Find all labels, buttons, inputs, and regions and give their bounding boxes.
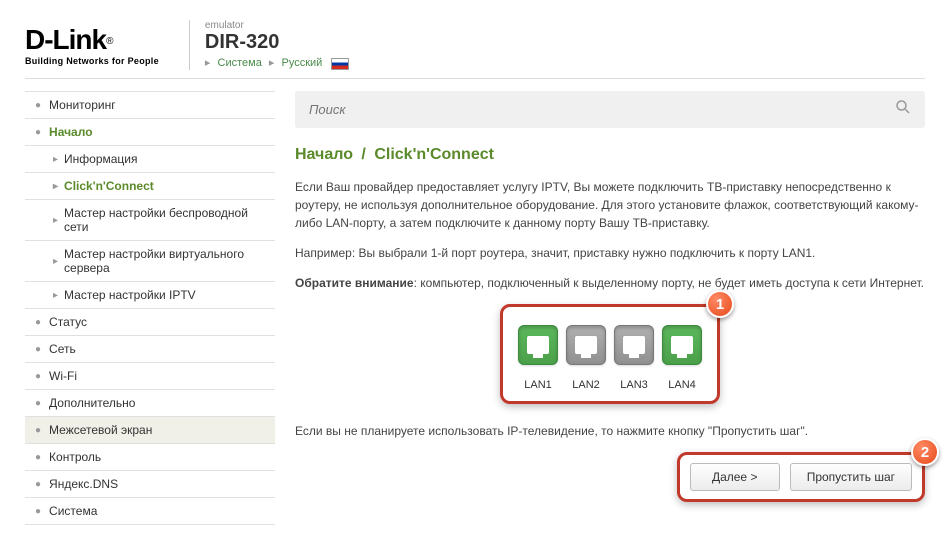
main-content: Начало / Click'n'Connect Если Ваш провай…: [295, 91, 925, 525]
bc-lang[interactable]: Русский: [281, 57, 322, 69]
bc-current: Click'n'Connect: [374, 146, 494, 163]
port-lan3[interactable]: [614, 325, 654, 365]
search-input[interactable]: [309, 102, 895, 117]
sidebar-item-start[interactable]: ● Начало: [25, 118, 275, 145]
bullet-icon: ●: [35, 344, 41, 355]
ports-panel: LAN1 LAN2 LAN3 LAN4: [500, 304, 720, 404]
logo-tagline: Building Networks for People: [25, 56, 159, 66]
sidebar-item-label: Дополнительно: [49, 396, 135, 410]
ports-annotation: 1 LAN1 LAN2 LAN3 LAN4: [500, 304, 720, 404]
sidebar-item-label: Мастер настройки виртуального сервера: [64, 247, 265, 275]
bullet-icon: ●: [35, 452, 41, 463]
bullet-icon: ●: [35, 317, 41, 328]
intro-text-1: Если Ваш провайдер предоставляет услугу …: [295, 178, 925, 232]
sidebar-item-label: Сеть: [49, 342, 76, 356]
chevron-right-icon: ▸: [205, 57, 211, 69]
device-name: DIR-320: [205, 31, 353, 54]
chevron-right-icon: ▸: [269, 57, 275, 69]
port-lan1[interactable]: [518, 325, 558, 365]
sidebar-item-network[interactable]: ● Сеть: [25, 335, 275, 362]
attention-label: Обратите внимание: [295, 276, 414, 290]
breadcrumb-sep: /: [361, 146, 365, 163]
header-divider: [189, 20, 190, 70]
port-label: LAN4: [662, 379, 702, 391]
skip-button[interactable]: Пропустить шаг: [790, 463, 912, 491]
sidebar-sub-clicknconnect[interactable]: ▸ Click'n'Connect: [25, 172, 275, 199]
sidebar-item-label: Wi-Fi: [49, 369, 77, 383]
ethernet-icon: [527, 336, 549, 354]
buttons-annotation: 2 Далее > Пропустить шаг: [295, 452, 925, 502]
sidebar: ● Мониторинг ● Начало ▸ Информация ▸ Click'n…: [25, 91, 275, 525]
sidebar-item-label: Click'n'Connect: [64, 179, 154, 193]
page-breadcrumb: Начало / Click'n'Connect: [295, 146, 925, 164]
sidebar-sub-iptv[interactable]: ▸ Мастер настройки IPTV: [25, 281, 275, 308]
intro-text-3: Обратите внимание: компьютер, подключенн…: [295, 274, 925, 292]
sidebar-sub-wireless[interactable]: ▸ Мастер настройки беспроводной сети: [25, 199, 275, 240]
logo-reg: ®: [106, 36, 113, 47]
search-bar: [295, 91, 925, 128]
port-label: LAN3: [614, 379, 654, 391]
ethernet-icon: [671, 336, 693, 354]
annotation-badge-2: 2: [911, 438, 939, 466]
attention-text: : компьютер, подключенный к выделенному …: [414, 276, 924, 290]
buttons-panel: Далее > Пропустить шаг: [677, 452, 925, 502]
emulator-label: emulator: [205, 20, 353, 31]
bullet-icon: ●: [35, 100, 41, 111]
header: D-Link® Building Networks for People emu…: [25, 20, 925, 79]
bullet-icon: ●: [35, 371, 41, 382]
bc-root[interactable]: Начало: [295, 146, 353, 163]
sidebar-item-label: Яндекс.DNS: [49, 477, 118, 491]
sidebar-item-label: Статус: [49, 315, 87, 329]
sidebar-item-label: Мастер настройки IPTV: [64, 288, 196, 302]
port-label: LAN2: [566, 379, 606, 391]
sidebar-sub-virtualserver[interactable]: ▸ Мастер настройки виртуального сервера: [25, 240, 275, 281]
intro-text-2: Например: Вы выбрали 1-й порт роутера, з…: [295, 244, 925, 262]
ethernet-icon: [623, 336, 645, 354]
skip-text: Если вы не планируете использовать IP-те…: [295, 422, 925, 440]
sidebar-item-label: Мастер настройки беспроводной сети: [64, 206, 265, 234]
device-block: emulator DIR-320 ▸ Система ▸ Русский: [205, 20, 353, 69]
sidebar-sub-info[interactable]: ▸ Информация: [25, 145, 275, 172]
chevron-right-icon: ▸: [53, 154, 58, 165]
chevron-right-icon: ▸: [53, 290, 58, 301]
bc-system[interactable]: Система: [218, 57, 262, 69]
port-label: LAN1: [518, 379, 558, 391]
sidebar-item-system[interactable]: ● Система: [25, 497, 275, 525]
bullet-icon: ●: [35, 425, 41, 436]
sidebar-item-wifi[interactable]: ● Wi-Fi: [25, 362, 275, 389]
sidebar-item-monitoring[interactable]: ● Мониторинг: [25, 91, 275, 118]
ethernet-icon: [575, 336, 597, 354]
logo: D-Link® Building Networks for People: [25, 24, 159, 66]
search-icon[interactable]: [895, 99, 911, 120]
sidebar-item-yandexdns[interactable]: ● Яндекс.DNS: [25, 470, 275, 497]
sidebar-item-status[interactable]: ● Статус: [25, 308, 275, 335]
bullet-icon: ●: [35, 398, 41, 409]
flag-ru-icon: [331, 58, 349, 70]
bullet-icon: ●: [35, 479, 41, 490]
sidebar-item-label: Информация: [64, 152, 137, 166]
bullet-icon: ●: [35, 506, 41, 517]
annotation-badge-1: 1: [706, 290, 734, 318]
sidebar-item-label: Мониторинг: [49, 98, 116, 112]
sidebar-item-label: Система: [49, 504, 97, 518]
sidebar-item-advanced[interactable]: ● Дополнительно: [25, 389, 275, 416]
chevron-right-icon: ▸: [53, 256, 58, 267]
bullet-icon: ●: [35, 127, 41, 138]
sidebar-item-label: Межсетевой экран: [49, 423, 152, 437]
port-lan2[interactable]: [566, 325, 606, 365]
sidebar-item-control[interactable]: ● Контроль: [25, 443, 275, 470]
sidebar-item-label: Контроль: [49, 450, 101, 464]
next-button[interactable]: Далее >: [690, 463, 780, 491]
sidebar-item-label: Начало: [49, 125, 92, 139]
sidebar-item-firewall[interactable]: ● Межсетевой экран: [25, 416, 275, 443]
logo-text: D-Link: [25, 24, 106, 55]
chevron-right-icon: ▸: [53, 181, 58, 192]
port-lan4[interactable]: [662, 325, 702, 365]
chevron-right-icon: ▸: [53, 215, 58, 226]
header-breadcrumb: ▸ Система ▸ Русский: [205, 56, 353, 69]
